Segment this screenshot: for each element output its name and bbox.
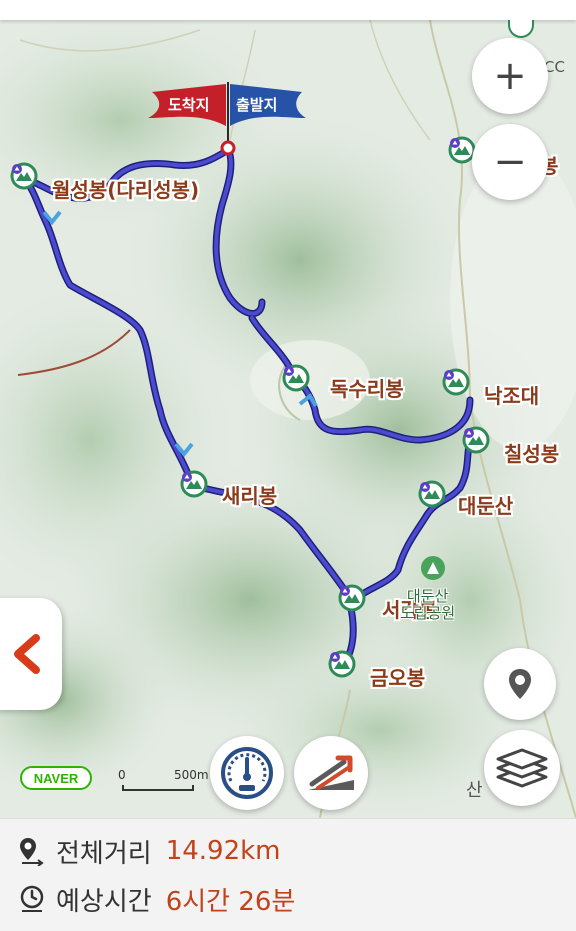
speed-button[interactable] bbox=[210, 736, 284, 810]
location-pin-icon bbox=[509, 669, 531, 699]
naver-logo: NAVER bbox=[20, 766, 92, 790]
map-scale: 0 500m bbox=[118, 768, 209, 792]
peak-label-chilseongbong: 칠성봉 bbox=[504, 442, 560, 466]
distance-label: 전체거리 bbox=[56, 838, 152, 869]
layers-icon bbox=[496, 748, 548, 788]
scale-zero: 0 bbox=[118, 768, 126, 782]
speedometer-icon bbox=[221, 747, 273, 799]
scale-distance: 500m bbox=[174, 768, 209, 782]
peak-label-daedunsan: 대둔산 bbox=[458, 494, 514, 518]
peak-marker-icon[interactable] bbox=[418, 480, 446, 508]
departure-flag-label: 출발지 bbox=[236, 96, 278, 114]
park-label: 대둔산 도립공원 bbox=[400, 587, 456, 622]
scale-bar bbox=[122, 785, 194, 791]
peak-label-geumobong: 금오봉 bbox=[370, 666, 426, 690]
back-button[interactable] bbox=[0, 598, 62, 710]
peak-marker-icon[interactable] bbox=[462, 426, 490, 454]
peak-label-wolseongbong: 월성봉(다리성봉) bbox=[52, 178, 200, 202]
my-location-button[interactable] bbox=[484, 648, 556, 720]
time-label: 예상시간 bbox=[56, 886, 152, 917]
zoom-in-button[interactable]: + bbox=[472, 38, 548, 114]
peak-label-saeribong: 새리봉 bbox=[222, 484, 278, 508]
peak-marker-icon[interactable] bbox=[328, 650, 356, 678]
zoom-in-icon: + bbox=[493, 53, 527, 99]
clock-icon bbox=[20, 885, 44, 912]
time-row: 예상시간 6시간 26분 bbox=[18, 879, 295, 919]
elevation-profile-icon bbox=[308, 755, 354, 790]
back-icon bbox=[14, 634, 40, 674]
peak-marker-icon[interactable] bbox=[180, 470, 208, 498]
map-view[interactable]: 도착지 출발지 월성봉(다리성봉) 독수리봉 낙조대 칠성봉 대둔산 새리봉 서… bbox=[0, 0, 576, 818]
peak-marker-icon[interactable] bbox=[338, 584, 366, 612]
zoom-out-button[interactable]: − bbox=[472, 124, 548, 200]
map-label-partial-bottom: 산 bbox=[466, 780, 483, 801]
peak-marker-icon[interactable] bbox=[282, 364, 310, 392]
peak-label-doksuribong: 독수리봉 bbox=[330, 377, 404, 401]
distance-row: 전체거리 14.92km bbox=[18, 831, 281, 871]
top-bar bbox=[0, 0, 576, 20]
peak-marker-icon[interactable] bbox=[442, 368, 470, 396]
route-distance-icon bbox=[20, 838, 44, 866]
arrival-flag-label: 도착지 bbox=[168, 96, 210, 114]
peak-marker-icon[interactable] bbox=[10, 162, 38, 190]
peak-label-nakjodae: 낙조대 bbox=[484, 384, 540, 408]
route-info-panel: 전체거리 14.92km 예상시간 6시간 26분 bbox=[0, 818, 576, 931]
layers-button[interactable] bbox=[484, 730, 560, 806]
time-value: 6시간 26분 bbox=[165, 886, 296, 917]
zoom-out-icon: − bbox=[493, 139, 527, 185]
distance-value: 14.92km bbox=[165, 836, 281, 866]
elevation-button[interactable] bbox=[294, 736, 368, 810]
